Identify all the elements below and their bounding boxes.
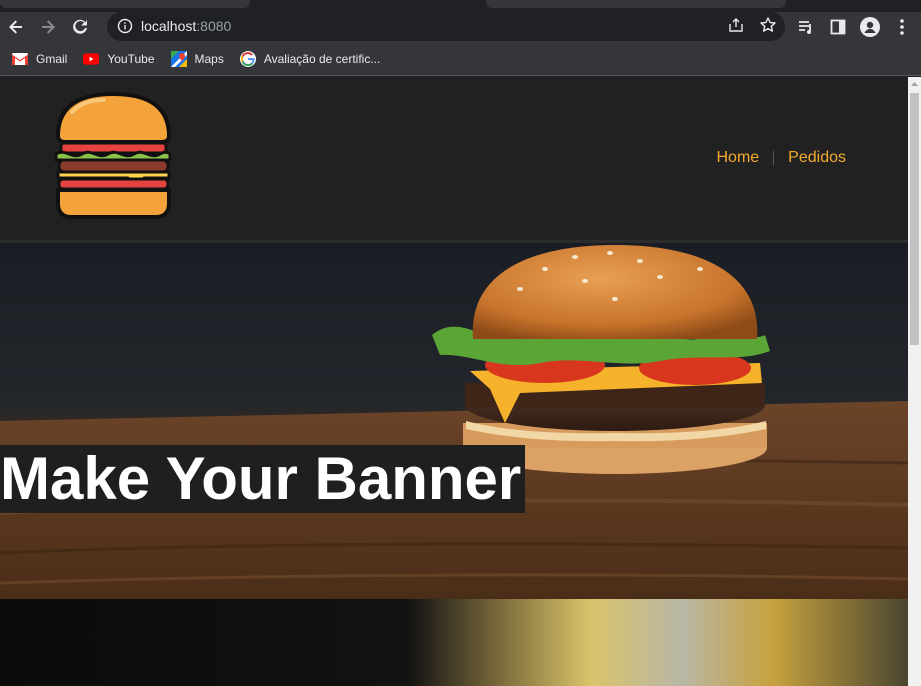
tab[interactable] xyxy=(0,0,250,8)
arrow-right-icon xyxy=(42,20,55,34)
nav-orders-link[interactable]: Pedidos xyxy=(788,149,846,167)
blurred-photo xyxy=(0,599,908,686)
vertical-scrollbar[interactable] xyxy=(908,77,921,686)
browser-toolbar: localhost:8080 xyxy=(0,12,921,42)
info-icon[interactable] xyxy=(117,18,133,34)
bookmark-label: Avaliação de certific... xyxy=(263,51,381,66)
side-panel-button[interactable] xyxy=(827,16,849,38)
address-bar[interactable]: localhost:8080 xyxy=(107,12,785,41)
youtube-icon xyxy=(83,51,100,67)
banner-title: Make Your Banner xyxy=(0,445,526,513)
menu-button[interactable] xyxy=(891,16,913,38)
nav-divider xyxy=(773,151,775,165)
avatar-icon xyxy=(860,17,880,37)
bookmark-label: YouTube xyxy=(107,51,155,66)
google-icon xyxy=(239,50,256,67)
url-port: :8080 xyxy=(196,18,232,34)
main-nav: Home Pedidos xyxy=(716,149,846,167)
next-section-image xyxy=(0,599,908,686)
bookmark-google[interactable]: Avaliação de certific... xyxy=(239,50,381,67)
bookmark-gmail[interactable]: Gmail xyxy=(12,51,67,67)
maps-icon xyxy=(170,50,187,67)
bookmarks-bar: Gmail YouTube Maps Avaliação de certific… xyxy=(0,42,921,76)
tab[interactable] xyxy=(486,0,786,8)
page-viewport: Home Pedidos Make Your Banner xyxy=(0,77,921,686)
hero-banner: Make Your Banner xyxy=(0,243,908,599)
reload-button[interactable] xyxy=(64,12,96,42)
star-icon[interactable] xyxy=(759,16,777,34)
arrow-left-icon xyxy=(9,20,22,34)
profile-button[interactable] xyxy=(859,16,881,38)
scroll-up-arrow-icon[interactable] xyxy=(908,77,921,91)
bookmark-youtube[interactable]: YouTube xyxy=(83,51,155,67)
reload-icon xyxy=(73,19,87,34)
side-panel-icon xyxy=(830,19,846,35)
gmail-icon xyxy=(12,51,28,67)
bookmark-maps[interactable]: Maps xyxy=(170,50,224,67)
back-button[interactable] xyxy=(0,12,32,42)
scrollbar-thumb[interactable] xyxy=(910,93,919,345)
bookmark-label: Gmail xyxy=(36,51,68,66)
forward-button[interactable] xyxy=(32,12,64,42)
tab-strip xyxy=(0,0,921,12)
url-text: localhost:8080 xyxy=(141,18,231,34)
nav-home-link[interactable]: Home xyxy=(716,149,759,167)
burger-photo xyxy=(0,243,908,599)
burger-logo-icon[interactable] xyxy=(52,92,175,220)
site-header: Home Pedidos xyxy=(0,77,908,240)
playlist-icon xyxy=(799,21,811,34)
url-host: localhost xyxy=(141,18,197,34)
bookmark-label: Maps xyxy=(194,51,224,66)
kebab-menu-icon xyxy=(900,19,904,35)
share-icon[interactable] xyxy=(727,16,745,34)
media-button[interactable] xyxy=(795,16,817,38)
